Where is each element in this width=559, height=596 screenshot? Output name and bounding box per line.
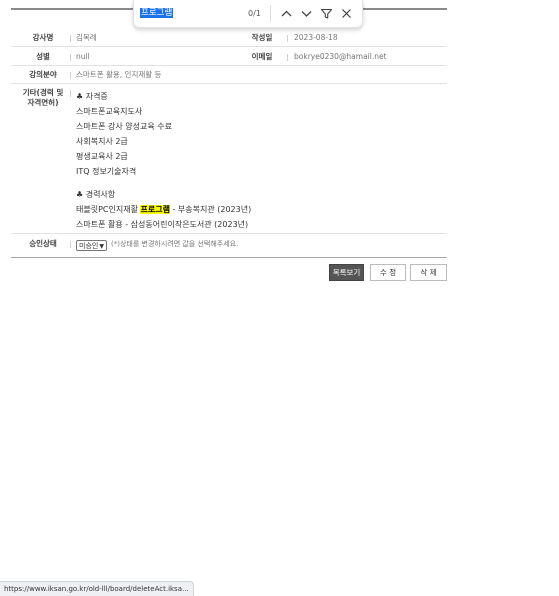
field-value: 스마트폰 활용, 인지재활 등 xyxy=(76,70,162,79)
edit-button[interactable]: 수 정 xyxy=(370,264,406,281)
email-value: bokrye0230@hamail.net xyxy=(294,52,387,61)
filter-icon[interactable] xyxy=(318,5,335,22)
approval-hint: (*)상태를 변경하시려면 값을 선택해주세요. xyxy=(111,240,239,248)
delete-button[interactable]: 삭 제 xyxy=(410,264,447,281)
experience-item: 태블릿PC인지재활 프로그램 - 부송복지관 (2023년) xyxy=(76,202,436,217)
separator xyxy=(70,241,71,248)
instructor-label: 강사명 xyxy=(32,33,54,42)
date-value: 2023-08-18 xyxy=(294,33,338,42)
email-label: 이메일 xyxy=(251,52,273,61)
separator xyxy=(287,35,288,42)
experience-text: - 부송복지관 (2023년) xyxy=(169,205,252,214)
row-divider xyxy=(11,233,447,234)
cert-item: ITQ 정보기술자격 xyxy=(76,167,137,176)
find-bar: 프로그램 0/1 xyxy=(133,0,363,28)
other-label: 기타(경력 및 자격면허) xyxy=(18,88,68,108)
cert-item: 스마트폰 강사 양성교육 수료 xyxy=(76,122,172,131)
find-input[interactable]: 프로그램 xyxy=(140,7,235,20)
find-divider xyxy=(270,5,271,22)
other-label-line2: 자격면허) xyxy=(27,98,59,107)
experience-section-title: ♣ 경력사항 xyxy=(76,190,116,199)
experience-text: 태블릿PC인지재활 xyxy=(76,205,141,214)
gender-label: 성별 xyxy=(36,52,50,61)
row-divider xyxy=(11,46,447,47)
find-highlight: 프로그램 xyxy=(140,205,170,214)
field-label: 강의분야 xyxy=(29,70,57,79)
close-icon[interactable] xyxy=(338,5,355,22)
status-url: https://www.iksan.go.kr/old-lll/board/de… xyxy=(0,581,194,596)
row-divider xyxy=(11,65,447,66)
chevron-down-icon: ▼ xyxy=(99,243,104,250)
date-label: 작성일 xyxy=(251,33,273,42)
table-bottom-rule xyxy=(11,257,447,258)
chevron-down-icon[interactable] xyxy=(298,5,315,22)
list-button[interactable]: 목록보기 xyxy=(329,264,364,281)
separator xyxy=(70,35,71,42)
cert-section-title: ♣ 자격증 xyxy=(76,92,108,101)
approval-label: 승인상태 xyxy=(29,239,57,248)
separator xyxy=(70,54,71,61)
row-divider xyxy=(11,83,447,84)
separator xyxy=(70,72,71,79)
chevron-up-icon[interactable] xyxy=(278,5,295,22)
instructor-value: 김복례 xyxy=(76,33,97,42)
approval-status-select[interactable]: 미승인 ▼ xyxy=(76,240,107,251)
cert-item: 사회복지사 2급 xyxy=(76,137,128,146)
gender-value: null xyxy=(76,52,90,61)
cert-item: 평생교육사 2급 xyxy=(76,152,128,161)
other-label-line1: 기타(경력 및 xyxy=(22,88,64,97)
find-query: 프로그램 xyxy=(140,8,174,18)
cert-item: 스마트폰교육지도사 xyxy=(76,107,143,116)
find-match-count: 0/1 xyxy=(248,9,261,18)
approval-selected-value: 미승인 xyxy=(79,242,99,250)
experience-item: 스마트폰 활용 - 삼성동어린이작은도서관 (2023년) xyxy=(76,220,249,229)
career-content: ♣ 자격증 스마트폰교육지도사 스마트폰 강사 양성교육 수료 사회복지사 2급… xyxy=(76,89,436,232)
separator xyxy=(70,90,71,97)
separator xyxy=(287,54,288,61)
